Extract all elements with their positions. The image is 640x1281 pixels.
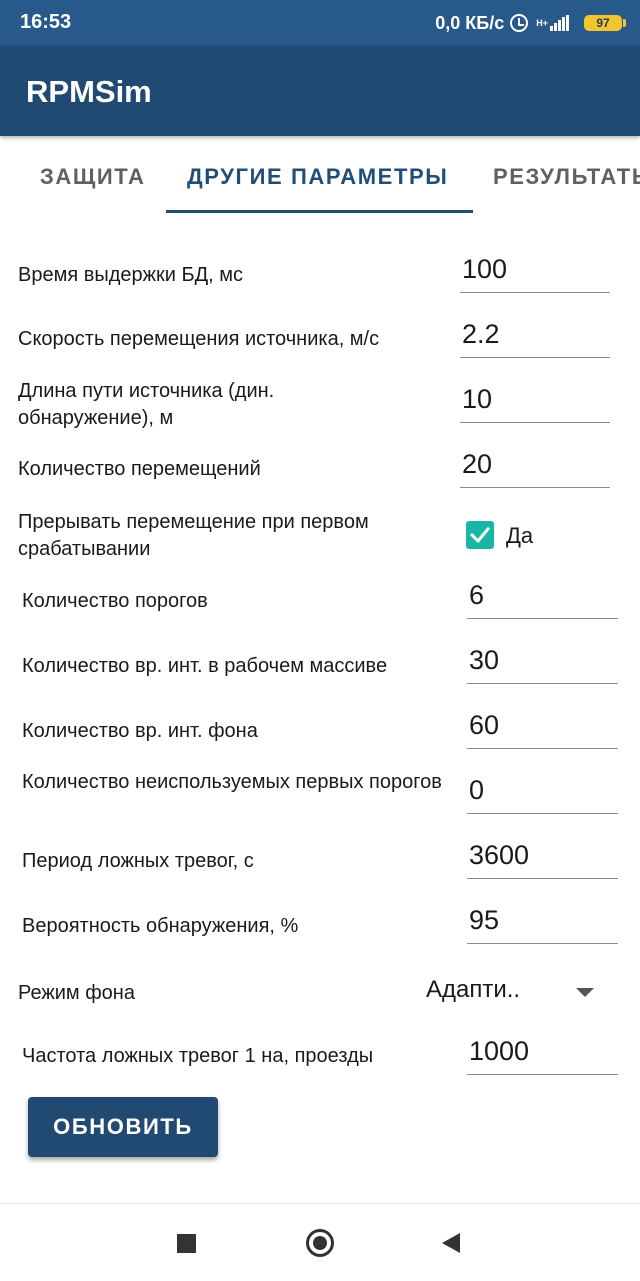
app-title: RPMSim (26, 74, 152, 109)
source-path-length-input[interactable]: 10 (460, 383, 610, 423)
update-button[interactable]: ОБНОВИТЬ (28, 1097, 218, 1157)
detection-probability-label: Вероятность обнаружения, % (22, 915, 299, 937)
background-intervals-input[interactable]: 60 (467, 709, 618, 749)
source-speed-input[interactable]: 2.2 (460, 318, 610, 358)
network-speed: 0,0 КБ/с (435, 12, 505, 33)
tab-indicator (166, 210, 473, 213)
tab-bar: ЗАЩИТА ДРУГИЕ ПАРАМЕТРЫ РЕЗУЛЬТАТЫ (0, 136, 640, 216)
status-icons: 0,0 КБ/с H+ 97 (435, 9, 626, 37)
source-path-length-label: Длина пути источника (дин. обнаружение),… (18, 380, 275, 429)
home-icon[interactable] (306, 1229, 334, 1257)
source-speed-label: Скорость перемещения источника, м/с (18, 328, 380, 350)
background-mode-select[interactable]: Адапти.. (426, 976, 520, 1004)
tab-results[interactable]: РЕЗУЛЬТАТЫ (493, 164, 640, 190)
tab-protection[interactable]: ЗАЩИТА (40, 164, 145, 190)
network-type: H+ (536, 17, 548, 28)
false-alarm-period-input[interactable]: 3600 (467, 839, 618, 879)
false-alarm-rate-label: Частота ложных тревог 1 на, проезды (22, 1045, 374, 1067)
check-icon (469, 526, 491, 544)
alarm-icon (510, 14, 529, 32)
moves-count-input[interactable]: 20 (460, 448, 610, 488)
background-intervals-label: Количество вр. инт. фона (22, 720, 258, 742)
interrupt-checkbox-label[interactable]: Да (506, 523, 533, 549)
moves-count-label: Количество перемещений (18, 458, 261, 480)
background-mode-label: Режим фона (18, 982, 135, 1004)
false-alarm-rate-input[interactable]: 1000 (467, 1035, 618, 1075)
signal-icon (550, 15, 570, 31)
recents-icon[interactable] (177, 1234, 196, 1253)
work-array-intervals-label: Количество вр. инт. в рабочем массиве (22, 655, 388, 677)
thresholds-count-input[interactable]: 6 (467, 579, 618, 619)
detector-hold-time-label: Время выдержки БД, мс (18, 264, 244, 286)
interrupt-on-first-label: Прерывать перемещение при первом срабаты… (18, 511, 369, 560)
status-bar: 16:53 0,0 КБ/с H+ 97 (0, 0, 640, 46)
work-array-intervals-input[interactable]: 30 (467, 644, 618, 684)
battery-level: 97 (596, 16, 610, 30)
tab-other-parameters[interactable]: ДРУГИЕ ПАРАМЕТРЫ (187, 164, 448, 190)
app-bar: RPMSim (0, 46, 640, 136)
status-time: 16:53 (20, 11, 72, 33)
navigation-bar (0, 1203, 640, 1281)
false-alarm-period-label: Период ложных тревог, с (22, 850, 254, 872)
battery-icon: 97 (584, 15, 626, 31)
unused-first-thresholds-input[interactable]: 0 (467, 774, 618, 814)
unused-first-thresholds-label: Количество неиспользуемых первых порогов (22, 771, 442, 793)
detection-probability-input[interactable]: 95 (467, 904, 618, 944)
detector-hold-time-input[interactable]: 100 (460, 253, 610, 293)
back-icon[interactable] (442, 1233, 460, 1253)
chevron-down-icon[interactable] (576, 988, 594, 997)
thresholds-count-label: Количество порогов (22, 590, 208, 612)
interrupt-checkbox[interactable] (466, 521, 494, 549)
